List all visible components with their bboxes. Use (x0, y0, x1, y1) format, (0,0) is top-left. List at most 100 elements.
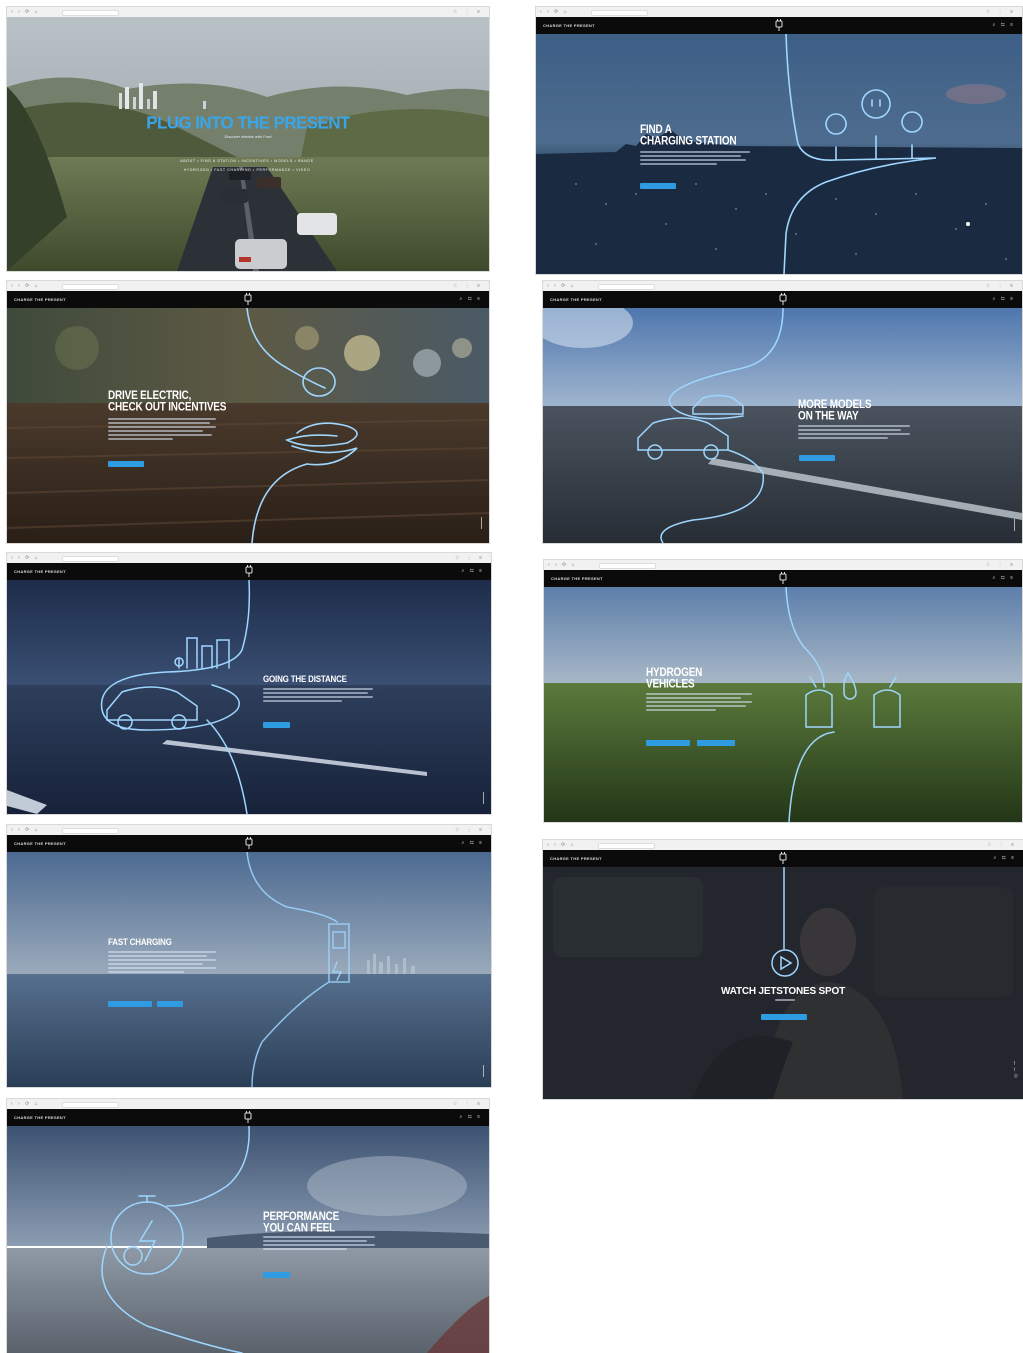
browser-tool-icons[interactable]: ☆ ⋮ ≡ (453, 284, 483, 289)
browser-nav-icons[interactable]: ‹ › ⟳ ⌂ (11, 1102, 40, 1107)
plug-logo-icon[interactable] (774, 19, 784, 31)
site-brand[interactable]: CHARGE THE PRESENT (14, 841, 66, 846)
site-header: CHARGE THE PRESENT ⌕ ⇆ ≡ (7, 291, 489, 308)
address-bar[interactable] (591, 10, 648, 16)
address-bar[interactable] (62, 828, 119, 834)
piggy-bank-line-art (246, 308, 358, 543)
site-menu-icons[interactable]: ⌕ ⇆ ≡ (993, 23, 1016, 28)
browser-nav-icons[interactable]: ‹ › ⟳ ⌂ (548, 563, 577, 568)
plug-logo-icon[interactable] (244, 837, 254, 849)
browser-nav-icons[interactable]: ‹ › ⟳ ⌂ (547, 284, 576, 289)
distance-copy (263, 688, 373, 704)
site-brand[interactable]: CHARGE THE PRESENT (14, 1115, 66, 1120)
performance-heading: PERFORMANCE YOU CAN FEEL (263, 1210, 340, 1235)
site-menu-icons[interactable]: ⌕ ⇆ ≡ (993, 576, 1016, 581)
browser-tool-icons[interactable]: ☆ ⋮ ≡ (455, 556, 485, 561)
address-bar[interactable] (62, 284, 119, 290)
site-brand[interactable]: CHARGE THE PRESENT (550, 856, 602, 861)
screenshot-fast-charging: ‹ › ⟳ ⌂ ☆ ⋮ ≡ CHARGE THE PRESENT ⌕ ⇆ ≡ F… (7, 825, 491, 1087)
hydrogen-learn-button[interactable] (646, 740, 690, 746)
distance-button[interactable] (263, 722, 290, 728)
find-station-button[interactable] (640, 183, 676, 189)
models-scene: MORE MODELS ON THE WAY (543, 308, 1022, 543)
plug-logo-icon[interactable] (778, 852, 788, 864)
screenshot-hydrogen: ‹ › ⟳ ⌂ ☆ ⋮ ≡ CHARGE THE PRESENT ⌕ ⇆ ≡ H… (544, 560, 1022, 822)
city-and-car-line-art (100, 580, 251, 814)
watch-video-button[interactable] (761, 1014, 807, 1020)
cars-line-art (637, 308, 784, 543)
play-line-art (771, 867, 799, 977)
site-header: CHARGE THE PRESENT ⌕ ⇆ ≡ (536, 17, 1022, 34)
models-button[interactable] (799, 455, 835, 461)
address-bar[interactable] (598, 843, 655, 849)
address-bar[interactable] (599, 563, 656, 569)
incentives-copy (108, 418, 216, 442)
plug-logo-icon[interactable] (243, 1111, 253, 1123)
fast-charging-find-button[interactable] (157, 1001, 183, 1007)
site-brand[interactable]: CHARGE THE PRESENT (14, 297, 66, 302)
screenshot-watch-video: ‹ › ⟳ ⌂ ☆ ⋮ ≡ CHARGE THE PRESENT ⌕ ⇆ ≡ W… (543, 840, 1023, 1099)
plug-logo-icon[interactable] (778, 293, 788, 305)
social-share-icons[interactable]: f t ◎ (1014, 1061, 1018, 1079)
site-header: CHARGE THE PRESENT ⌕ ⇆ ≡ (543, 850, 1023, 867)
charging-scene: FIND A CHARGING STATION (536, 34, 1022, 274)
hero-nav-row-1[interactable]: ABOUT • FIND A STATION • INCENTIVES • MO… (137, 159, 357, 164)
plug-logo-icon[interactable] (243, 293, 253, 305)
address-bar[interactable] (62, 556, 119, 562)
site-menu-icons[interactable]: ⌕ ⇆ ≡ (460, 1115, 483, 1120)
watch-heading: WATCH JETSTONES SPOT (721, 986, 845, 997)
hero-title: PLUG INTO THE PRESENT (146, 112, 350, 133)
incentives-button[interactable] (108, 461, 144, 467)
browser-tool-icons[interactable]: ☆ ⋮ ≡ (455, 828, 485, 833)
hydrogen-scene: HYDROGEN VEHICLES (544, 587, 1022, 822)
site-menu-icons[interactable]: ⌕ ⇆ ≡ (994, 856, 1017, 861)
site-brand[interactable]: CHARGE THE PRESENT (543, 23, 595, 28)
browser-nav-icons[interactable]: ‹ › ⟳ ⌂ (11, 10, 40, 15)
browser-tool-icons[interactable]: ☆ ⋮ ≡ (987, 843, 1017, 848)
site-header: CHARGE THE PRESENT ⌕ ⇆ ≡ (544, 570, 1022, 587)
address-bar[interactable] (62, 10, 119, 16)
browser-tool-icons[interactable]: ☆ ⋮ ≡ (986, 284, 1016, 289)
scroll-indicator[interactable] (481, 517, 482, 529)
hero-nav-row-2[interactable]: HYDROGEN • FAST CHARGING • PERFORMANCE •… (137, 168, 357, 173)
watch-dots (775, 999, 795, 1003)
distance-scene: GOING THE DISTANCE (7, 580, 491, 814)
browser-nav-icons[interactable]: ‹ › ⟳ ⌂ (11, 556, 40, 561)
hero-landscape-image (7, 17, 489, 271)
site-header: CHARGE THE PRESENT ⌕ ⇆ ≡ (7, 835, 491, 852)
site-header: CHARGE THE PRESENT ⌕ ⇆ ≡ (7, 1109, 489, 1126)
site-menu-icons[interactable]: ⌕ ⇆ ≡ (460, 297, 483, 302)
scroll-indicator[interactable] (1014, 519, 1015, 531)
performance-button[interactable] (263, 1272, 290, 1278)
site-menu-icons[interactable]: ⌕ ⇆ ≡ (993, 297, 1016, 302)
fast-charging-learn-button[interactable] (108, 1001, 152, 1007)
hydrogen-find-button[interactable] (697, 740, 735, 746)
browser-tool-icons[interactable]: ☆ ⋮ ≡ (453, 1102, 483, 1107)
fast-charging-scene: FAST CHARGING (7, 852, 491, 1087)
site-menu-icons[interactable]: ⌕ ⇆ ≡ (462, 569, 485, 574)
plug-logo-icon[interactable] (244, 565, 254, 577)
fast-charging-heading: FAST CHARGING (108, 937, 172, 948)
browser-nav-icons[interactable]: ‹ › ⟳ ⌂ (547, 843, 576, 848)
fast-charging-copy (108, 951, 216, 975)
screenshot-charging-station: ‹ › ⟳ ⌂ ☆ ⋮ ≡ CHARGE THE PRESENT ⌕ ⇆ ≡ F… (536, 7, 1022, 274)
browser-nav-icons[interactable]: ‹ › ⟳ ⌂ (11, 828, 40, 833)
site-brand[interactable]: CHARGE THE PRESENT (551, 576, 603, 581)
screenshot-incentives: ‹ › ⟳ ⌂ ☆ ⋮ ≡ CHARGE THE PRESENT ⌕ ⇆ ≡ D… (7, 281, 489, 543)
browser-tool-icons[interactable]: ☆ ⋮ ≡ (453, 10, 483, 15)
scroll-indicator[interactable] (483, 1065, 484, 1077)
plug-logo-icon[interactable] (778, 572, 788, 584)
browser-tool-icons[interactable]: ☆ ⋮ ≡ (986, 563, 1016, 568)
browser-tool-icons[interactable]: ☆ ⋮ ≡ (986, 10, 1016, 15)
address-bar[interactable] (598, 284, 655, 290)
performance-scene: PERFORMANCE YOU CAN FEEL (7, 1126, 489, 1353)
site-menu-icons[interactable]: ⌕ ⇆ ≡ (462, 841, 485, 846)
address-bar[interactable] (62, 1102, 119, 1108)
models-heading: MORE MODELS ON THE WAY (798, 398, 872, 423)
scroll-indicator[interactable] (483, 792, 484, 804)
play-video-icon[interactable] (771, 949, 799, 977)
browser-nav-icons[interactable]: ‹ › ⟳ ⌂ (11, 284, 40, 289)
site-brand[interactable]: CHARGE THE PRESENT (14, 569, 66, 574)
browser-nav-icons[interactable]: ‹ › ⟳ ⌂ (540, 10, 569, 15)
site-brand[interactable]: CHARGE THE PRESENT (550, 297, 602, 302)
